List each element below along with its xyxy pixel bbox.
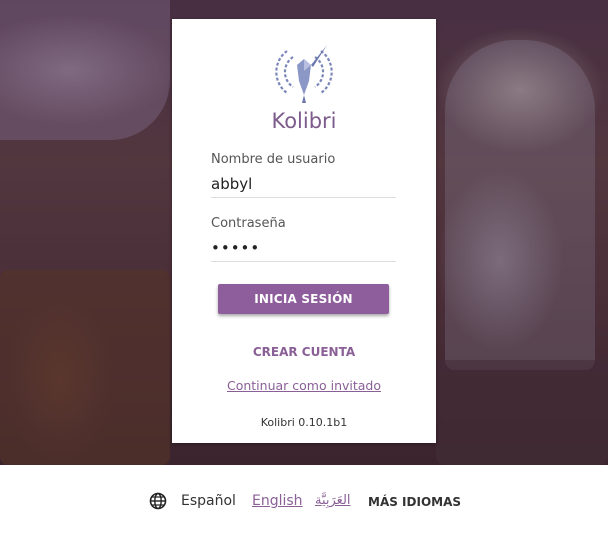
login-card: Kolibri Nombre de usuario abbyl Contrase… xyxy=(172,19,436,443)
username-field[interactable]: abbyl xyxy=(211,175,396,198)
current-language: Español xyxy=(181,493,236,509)
version-label: Kolibri 0.10.1b1 xyxy=(260,416,348,429)
language-option-english[interactable]: English xyxy=(252,493,303,509)
language-bar: Español English العَرَبِيَّة MÁS IDIOMAS xyxy=(0,465,608,540)
password-label: Contraseña xyxy=(211,216,286,231)
app-title: Kolibri xyxy=(271,109,337,133)
continue-as-guest-link[interactable]: Continuar como invitado xyxy=(172,378,436,393)
globe-icon xyxy=(149,492,167,510)
create-account-button[interactable]: CREAR CUENTA xyxy=(172,345,436,359)
username-label: Nombre de usuario xyxy=(211,152,336,167)
language-option-arabic[interactable]: العَرَبِيَّة xyxy=(315,493,351,508)
password-field[interactable]: ••••• xyxy=(211,239,396,262)
login-button[interactable]: INICIA SESIÓN xyxy=(218,284,389,314)
more-languages-button[interactable]: MÁS IDIOMAS xyxy=(368,495,461,509)
kolibri-logo xyxy=(275,45,333,103)
